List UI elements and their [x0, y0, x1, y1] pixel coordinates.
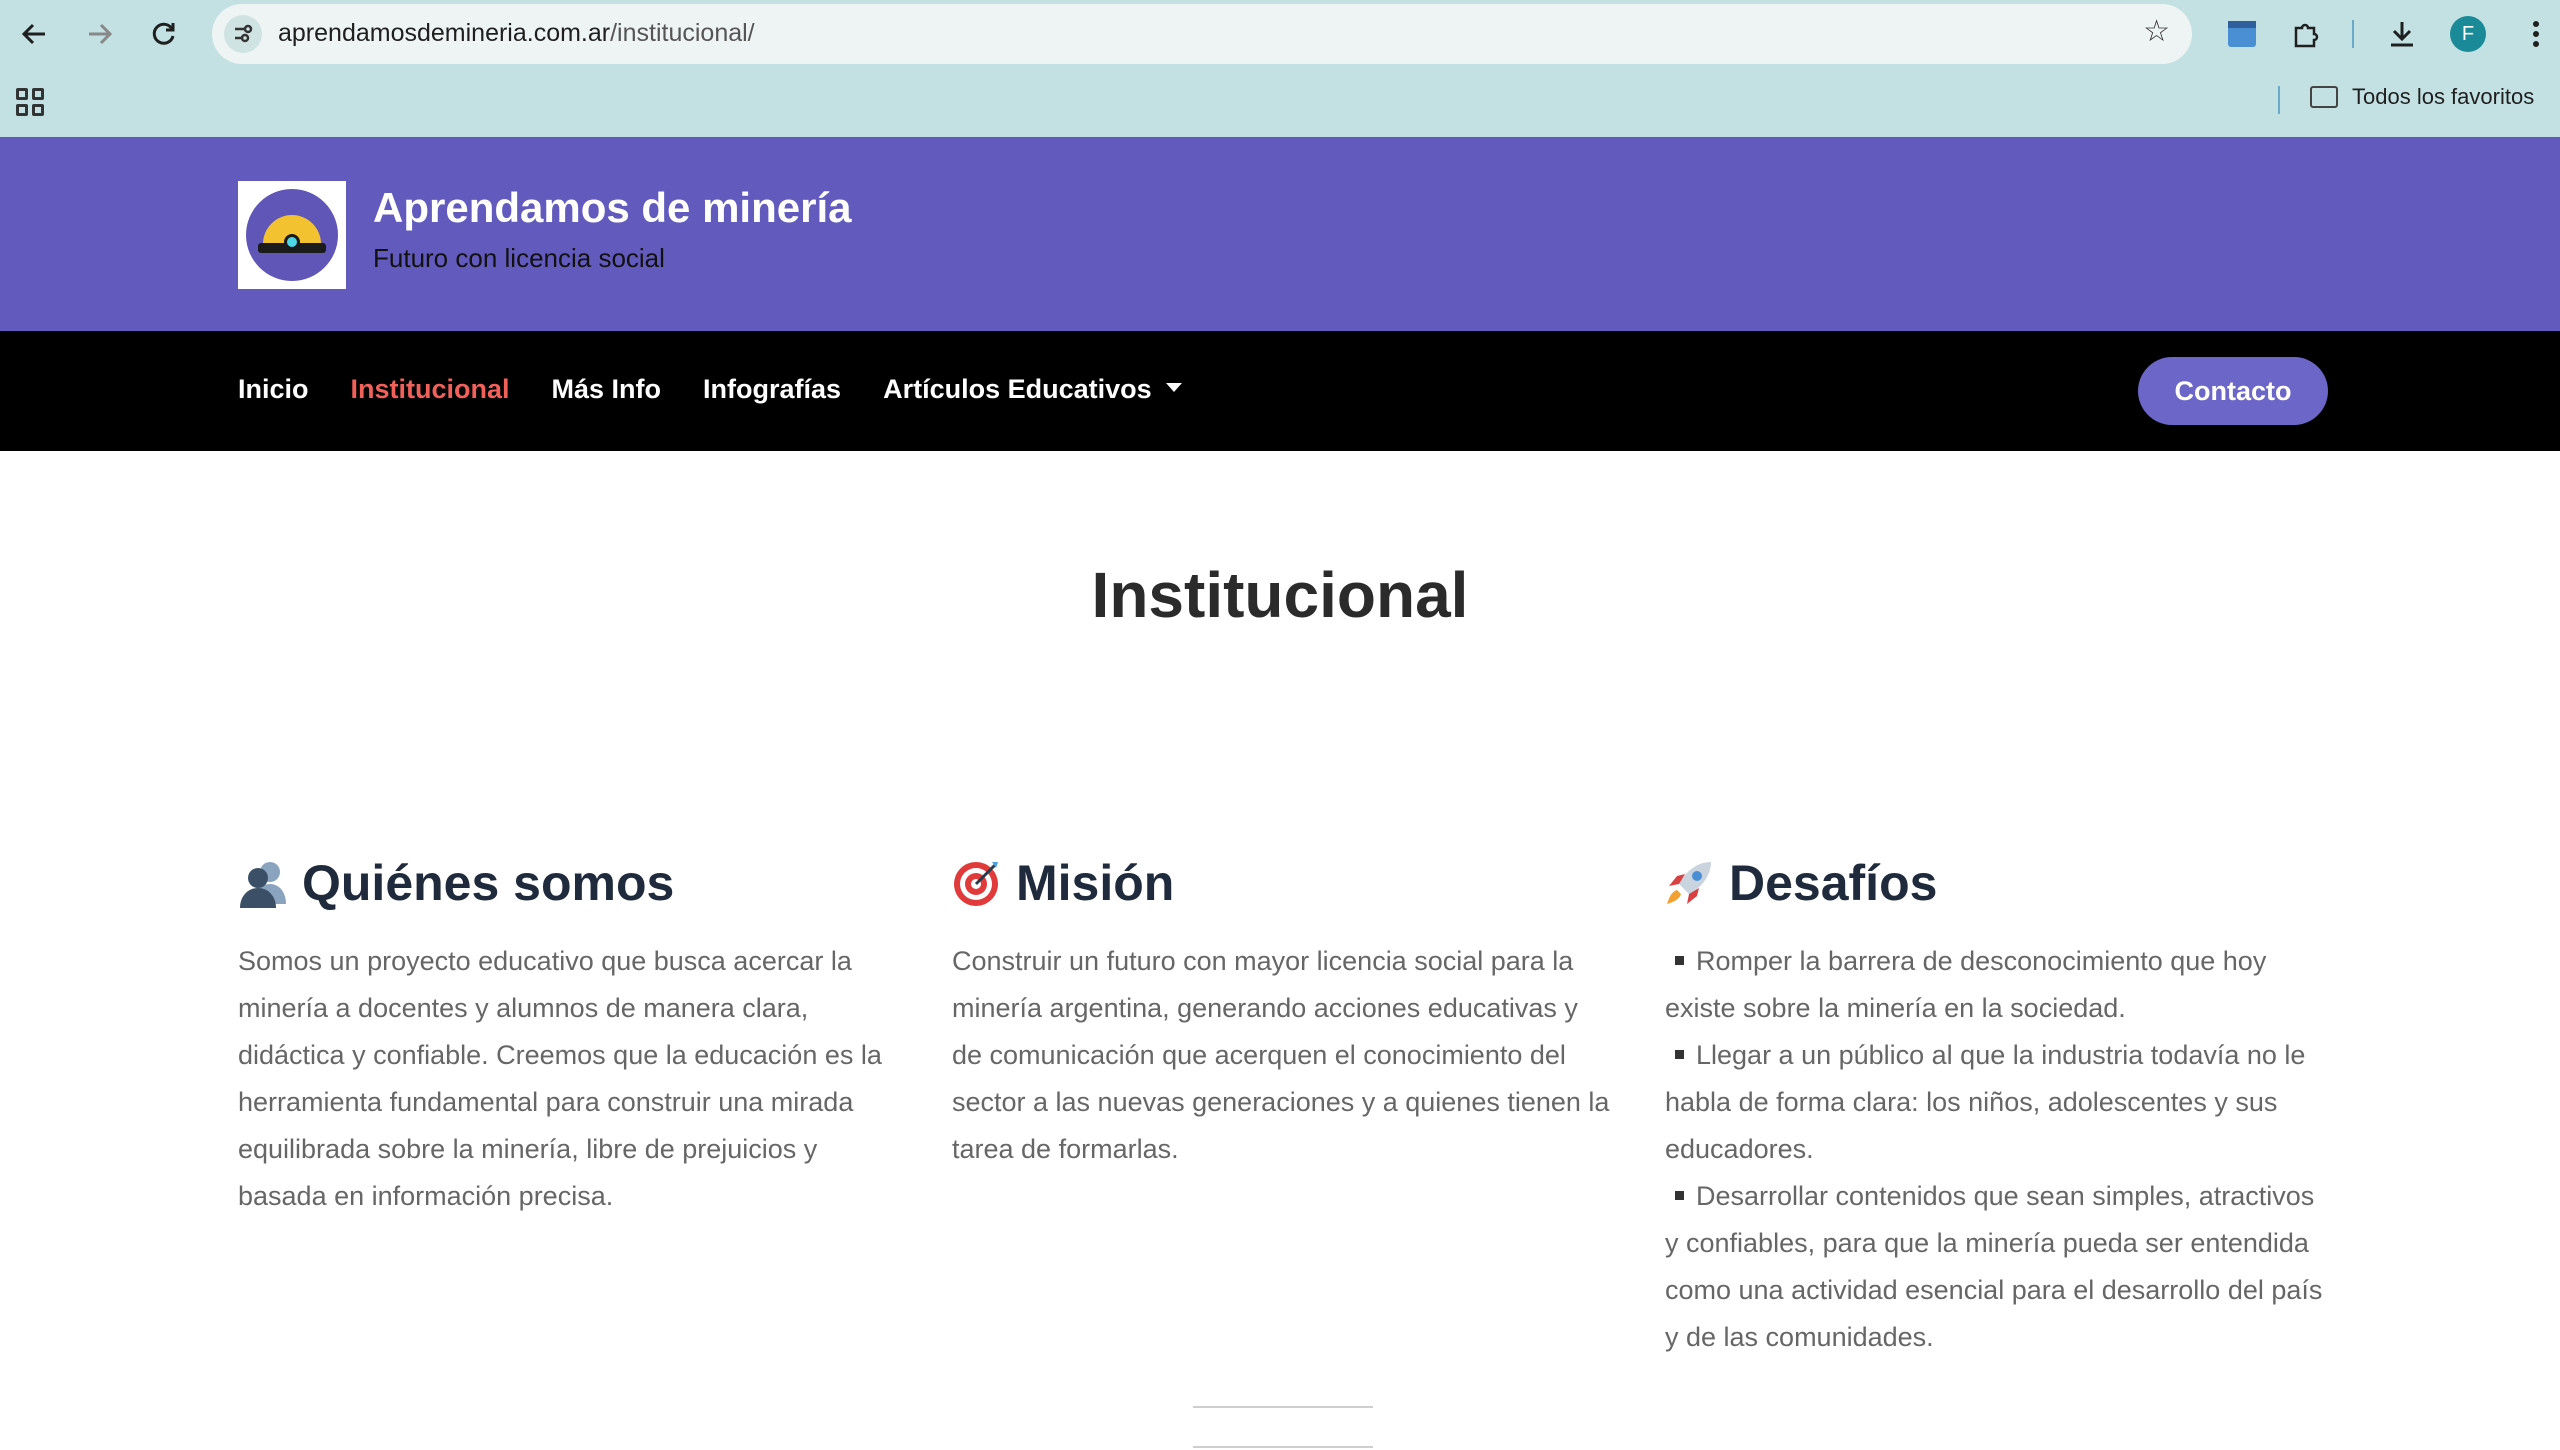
challenges-list: Romper la barrera de desconocimiento que…	[1665, 938, 2325, 1361]
nav-item-articulos-label: Artículos Educativos	[883, 374, 1152, 404]
url-path: /institucional/	[610, 19, 755, 47]
nav-item-mas-info[interactable]: Más Info	[552, 374, 662, 405]
challenge-item-2: Llegar a un público al que la industria …	[1665, 1040, 2306, 1164]
divider	[1193, 1406, 1373, 1408]
nav-item-infografias[interactable]: Infografías	[703, 374, 841, 405]
nav-item-inicio[interactable]: Inicio	[238, 374, 309, 405]
people-icon	[238, 858, 288, 908]
mission-section: Misión Construir un futuro con mayor lic…	[952, 852, 1612, 1173]
mission-text: Construir un futuro con mayor licencia s…	[952, 946, 1610, 1164]
bookmarks-bar: Todos los favoritos	[0, 70, 2560, 130]
url-domain: aprendamosdemineria.com.ar	[278, 19, 611, 47]
chevron-down-icon	[1165, 383, 1182, 393]
site-title[interactable]: Aprendamos de minería	[373, 184, 851, 232]
challenge-item-1: Romper la barrera de desconocimiento que…	[1665, 946, 2267, 1023]
nav-menu: Inicio Institucional Más Info Infografía…	[238, 374, 1182, 405]
rocket-icon	[1665, 858, 1715, 908]
extension-window-icon[interactable]	[2222, 14, 2262, 54]
challenge-item-3: Desarrollar contenidos que sean simples,…	[1665, 1181, 2323, 1352]
url-text: aprendamosdemineria.com.ar/institucional…	[278, 19, 755, 48]
miner-helmet-icon	[246, 189, 338, 281]
about-text: Somos un proyecto educativo que busca ac…	[238, 946, 882, 1211]
all-bookmarks-label: Todos los favoritos	[2352, 84, 2535, 109]
site-info-icon[interactable]	[224, 15, 262, 53]
address-bar[interactable]: aprendamosdemineria.com.ar/institucional…	[212, 4, 2192, 64]
extensions-puzzle-icon[interactable]	[2286, 14, 2326, 54]
reload-icon[interactable]	[144, 14, 184, 54]
divider	[1193, 1446, 1373, 1448]
list-item: Romper la barrera de desconocimiento que…	[1665, 938, 2325, 1032]
challenges-section: Desafíos Romper la barrera de desconocim…	[1665, 852, 2325, 1361]
site-tagline: Futuro con licencia social	[373, 243, 665, 273]
nav-item-institucional[interactable]: Institucional	[351, 374, 510, 405]
about-title: Quiénes somos	[302, 855, 675, 911]
contact-button[interactable]: Contacto	[2138, 357, 2328, 425]
toolbar-separator	[2352, 20, 2354, 48]
challenges-title: Desafíos	[1729, 855, 1938, 911]
list-item: Desarrollar contenidos que sean simples,…	[1665, 1173, 2325, 1361]
page-title: Institucional	[1091, 559, 1469, 631]
profile-avatar[interactable]: F	[2450, 16, 2486, 52]
folder-icon	[2310, 86, 2338, 108]
bullet-icon	[1675, 956, 1684, 966]
back-icon[interactable]	[14, 14, 54, 54]
about-section: Quiénes somos Somos un proyecto educativ…	[238, 852, 898, 1220]
site-logo[interactable]	[238, 181, 346, 289]
all-bookmarks-folder[interactable]: Todos los favoritos	[2310, 84, 2534, 110]
main-nav: Inicio Institucional Más Info Infografía…	[0, 331, 2560, 451]
nav-item-articulos-educativos[interactable]: Artículos Educativos	[883, 374, 1182, 405]
download-icon[interactable]	[2382, 14, 2422, 54]
bookmarks-separator	[2278, 86, 2280, 114]
more-menu-icon[interactable]	[2516, 14, 2556, 54]
mission-title: Misión	[1016, 855, 1175, 911]
list-item: Llegar a un público al que la industria …	[1665, 1032, 2325, 1173]
bookmark-star-icon[interactable]: ☆	[2143, 14, 2170, 49]
bullet-icon	[1675, 1050, 1684, 1060]
browser-toolbar: aprendamosdemineria.com.ar/institucional…	[0, 0, 2560, 137]
bullet-icon	[1675, 1191, 1684, 1201]
target-icon	[952, 858, 1002, 908]
apps-grid-icon[interactable]	[16, 88, 44, 116]
site-header: Aprendamos de minería Futuro con licenci…	[0, 137, 2560, 331]
forward-icon[interactable]	[80, 14, 120, 54]
